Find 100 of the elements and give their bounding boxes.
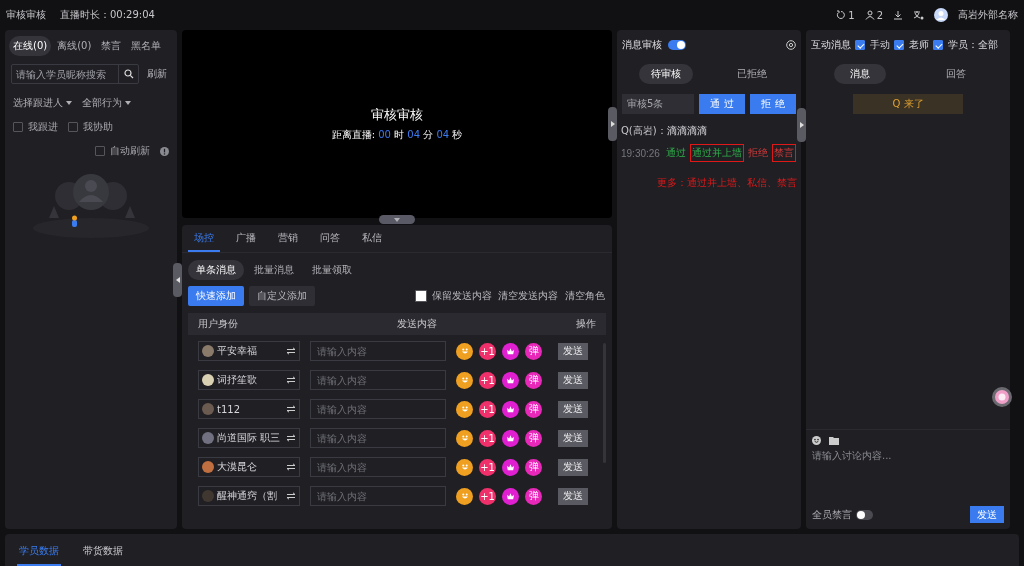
filter-tab[interactable]: 在线(0)	[9, 36, 52, 56]
crown-icon[interactable]	[502, 400, 519, 418]
reject-link[interactable]: 拒绝	[745, 144, 770, 162]
swap-icon[interactable]	[286, 434, 296, 442]
search-field[interactable]: 请输入学员昵称搜索	[11, 64, 139, 84]
data-tab[interactable]: 学员数据	[17, 544, 61, 566]
message-input[interactable]: 请输入内容	[310, 399, 446, 419]
collapse-handle[interactable]	[379, 215, 415, 224]
control-tab[interactable]: 私信	[356, 225, 388, 252]
crown-icon[interactable]	[502, 429, 519, 447]
crown-icon[interactable]	[502, 458, 519, 476]
smile-icon[interactable]	[456, 400, 473, 418]
send-button[interactable]: 发送	[558, 342, 588, 360]
swap-icon[interactable]	[286, 492, 296, 500]
send-button[interactable]: 发送	[558, 400, 588, 418]
reaction-button[interactable]: 弹	[525, 400, 542, 418]
send-button[interactable]: 发送	[558, 371, 588, 389]
user-identity-select[interactable]: 大漠昆仑	[198, 457, 300, 477]
control-tab[interactable]: 问答	[314, 225, 346, 252]
reaction-button[interactable]: 弹	[525, 458, 542, 476]
reaction-button[interactable]: 弹	[525, 342, 542, 360]
checkbox[interactable]	[13, 122, 23, 132]
send-button[interactable]: 发送	[558, 487, 588, 505]
reaction-button[interactable]: 弹	[525, 429, 542, 447]
user-identity-select[interactable]: 词抒笙歌	[198, 370, 300, 390]
audit-tab[interactable]: 已拒绝	[725, 64, 779, 84]
reaction-button[interactable]: +1	[479, 487, 496, 505]
audit-tab[interactable]: 待审核	[639, 64, 693, 84]
filter-tab[interactable]: 禁言	[97, 36, 126, 56]
reaction-button[interactable]: +1	[479, 458, 496, 476]
approve-link[interactable]: 通过	[663, 144, 688, 162]
message-tab[interactable]: 消息	[834, 64, 886, 84]
custom-add-button[interactable]: 自定义添加	[249, 286, 315, 306]
settings-icon[interactable]	[786, 40, 796, 50]
message-mode-tab[interactable]: 单条消息	[188, 260, 244, 280]
download-icon[interactable]	[893, 10, 903, 20]
reaction-button[interactable]: +1	[479, 429, 496, 447]
smile-icon[interactable]	[456, 342, 473, 360]
filter-dropdown[interactable]: 全部行为	[82, 96, 131, 110]
reaction-button[interactable]: +1	[479, 400, 496, 418]
checkbox[interactable]	[415, 290, 427, 302]
approve-button[interactable]: 通 过	[699, 94, 745, 114]
smile-icon[interactable]	[456, 458, 473, 476]
clear-link[interactable]: 清空发送内容	[497, 289, 559, 303]
crown-icon[interactable]	[502, 371, 519, 389]
audit-toggle[interactable]	[668, 40, 686, 50]
user-identity-select[interactable]: 尚道国际 职三	[198, 428, 300, 448]
mute-all-toggle[interactable]	[856, 509, 873, 520]
translate-icon[interactable]	[913, 10, 924, 20]
swap-icon[interactable]	[286, 376, 296, 384]
reaction-button[interactable]: +1	[479, 371, 496, 389]
checkbox[interactable]	[855, 40, 865, 50]
control-tab[interactable]: 广播	[230, 225, 262, 252]
reject-link[interactable]: 禁言	[771, 144, 796, 162]
send-button[interactable]: 发送	[558, 458, 588, 476]
message-tab[interactable]: 回答	[930, 64, 982, 84]
swap-icon[interactable]	[286, 347, 296, 355]
filter-tab[interactable]: 黑名单	[127, 36, 166, 56]
approve-link[interactable]: 通过并上墙	[689, 144, 744, 162]
folder-icon[interactable]	[829, 436, 839, 445]
data-tab[interactable]: 带货数据	[81, 544, 125, 566]
collapse-handle[interactable]	[608, 107, 617, 141]
checkbox[interactable]	[95, 146, 105, 156]
send-button[interactable]: 发送	[970, 506, 1004, 523]
message-input[interactable]: 请输入内容	[310, 428, 446, 448]
collapse-handle[interactable]	[797, 108, 806, 142]
smile-icon[interactable]	[456, 487, 473, 505]
crown-icon[interactable]	[502, 487, 519, 505]
reaction-button[interactable]: 弹	[525, 371, 542, 389]
batch-select[interactable]: 审核5条	[622, 94, 694, 114]
message-input[interactable]: 请输入内容	[310, 370, 446, 390]
send-button[interactable]: 发送	[558, 429, 588, 447]
discussion-input[interactable]: 请输入讨论内容...	[812, 445, 1004, 506]
reject-button[interactable]: 拒 绝	[750, 94, 796, 114]
checkbox[interactable]	[68, 122, 78, 132]
message-mode-tab[interactable]: 批量消息	[246, 260, 302, 280]
refresh-button[interactable]: 刷新	[143, 67, 171, 81]
message-input[interactable]: 请输入内容	[310, 341, 446, 361]
swap-icon[interactable]	[286, 463, 296, 471]
smile-icon[interactable]	[812, 436, 821, 445]
swap-icon[interactable]	[286, 405, 296, 413]
message-mode-tab[interactable]: 批量领取	[304, 260, 360, 280]
user-identity-select[interactable]: t112	[198, 399, 300, 419]
smile-icon[interactable]	[456, 429, 473, 447]
user-identity-select[interactable]: 醒神通窍（割	[198, 486, 300, 506]
checkbox[interactable]	[894, 40, 904, 50]
floating-widget-icon[interactable]	[992, 387, 1012, 407]
crown-icon[interactable]	[502, 342, 519, 360]
quick-add-button[interactable]: 快速添加	[188, 286, 244, 306]
reaction-button[interactable]: +1	[479, 342, 496, 360]
control-tab[interactable]: 营销	[272, 225, 304, 252]
control-tab[interactable]: 场控	[188, 225, 220, 252]
collapse-handle[interactable]	[173, 262, 182, 297]
avatar-icon[interactable]	[934, 8, 948, 22]
message-input[interactable]: 请输入内容	[310, 457, 446, 477]
reaction-button[interactable]: 弹	[525, 487, 542, 505]
smile-icon[interactable]	[456, 371, 473, 389]
clear-link[interactable]: 清空角色	[564, 289, 606, 303]
user-identity-select[interactable]: 平安幸福	[198, 341, 300, 361]
filter-dropdown[interactable]: 选择跟进人	[13, 96, 72, 110]
